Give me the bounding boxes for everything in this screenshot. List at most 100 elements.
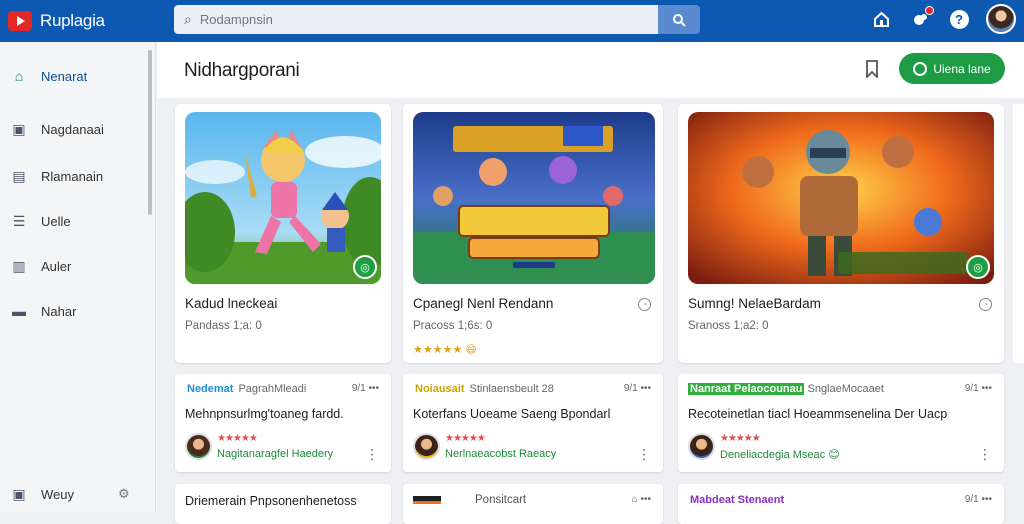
sidebar-item-label: Nagdanaai bbox=[41, 121, 104, 137]
library-icon: ▣ bbox=[12, 485, 26, 502]
post-subtitle: PagrahMleadi bbox=[238, 383, 307, 395]
post-card[interactable]: Mabdeat Stenaent 9/1 ••• bbox=[678, 484, 1004, 524]
game-card-partial bbox=[1013, 104, 1024, 363]
game-title[interactable]: Kadud lneckeai bbox=[185, 296, 277, 311]
sidebar-item-tag[interactable]: ▬ Nahar bbox=[0, 293, 150, 329]
post-header: Mabdeat Stenaent bbox=[688, 494, 786, 506]
library-icon: ▤ bbox=[12, 167, 26, 184]
post-time[interactable]: 9/1 ••• bbox=[965, 383, 992, 394]
post-card[interactable]: Noiausait Stinlaensbeult 28 9/1 ••• Koter… bbox=[403, 374, 663, 472]
main-panel: Nidhargporani Uiena lane ◎ Kadud lneckea… bbox=[157, 42, 1024, 524]
game-title[interactable]: Cpanegl Nenl Rendann bbox=[413, 296, 553, 311]
sidebar-item-label: Nenarat bbox=[41, 68, 88, 84]
post-header: Nanraat Pelaocounau SnglaeMocaaet bbox=[688, 383, 884, 395]
post-time[interactable]: 9/1 ••• bbox=[624, 383, 651, 394]
post-body: Recoteinetlan tiacl Hoeammsenelina Der U… bbox=[688, 407, 948, 421]
post-body: Koterfans Uoeame Saeng Bpondarl bbox=[413, 407, 611, 421]
post-tag[interactable]: Nedemat bbox=[185, 383, 235, 395]
avatar[interactable] bbox=[185, 433, 212, 460]
game-meta: Sranoss 1;a2: 0 bbox=[688, 320, 769, 332]
stats-icon: ▥ bbox=[12, 257, 26, 274]
post-header: Noiausait Stinlaensbeult 28 bbox=[413, 383, 554, 395]
top-bar: Ruplagia ⌕ ? bbox=[0, 0, 1024, 42]
game-thumbnail[interactable]: ◎ bbox=[185, 112, 381, 284]
bookmark-icon[interactable] bbox=[862, 58, 882, 80]
notification-badge bbox=[925, 6, 934, 15]
game-thumbnail[interactable] bbox=[413, 112, 655, 284]
post-time[interactable]: 9/1 ••• bbox=[965, 494, 992, 505]
rating-stars: ★★★★★ bbox=[445, 433, 486, 444]
help-icon[interactable]: ? bbox=[949, 9, 969, 29]
search-icon bbox=[913, 61, 928, 76]
sidebar-item-home[interactable]: ⌂ Nenarat bbox=[0, 58, 150, 94]
avatar[interactable] bbox=[986, 4, 1016, 34]
pin-icon[interactable]: ⌂ ••• bbox=[632, 494, 651, 505]
search-icon bbox=[673, 13, 686, 27]
sidebar-item-label: Rlamanain bbox=[41, 168, 104, 184]
home-icon: ⌂ bbox=[14, 68, 24, 84]
rating-stars: ★★★★★ bbox=[217, 433, 258, 444]
chat-icon[interactable]: ◎ bbox=[353, 255, 377, 279]
top-actions: ? bbox=[852, 4, 1016, 34]
logo-play-icon bbox=[8, 11, 32, 31]
game-meta: Pracoss 1;6s: 0 bbox=[413, 320, 493, 332]
home-icon[interactable] bbox=[871, 9, 891, 29]
game-title[interactable]: Sumng! NelaeBardam bbox=[688, 296, 821, 311]
post-tag[interactable]: Mabdeat Stenaent bbox=[688, 494, 786, 506]
post-time[interactable]: 9/1 ••• bbox=[352, 383, 379, 394]
search-button[interactable] bbox=[658, 5, 700, 34]
post-card[interactable]: Ponsitcart ⌂ ••• bbox=[403, 484, 663, 524]
post-card[interactable]: Driemerain Pnpsonenhenetoss bbox=[175, 484, 391, 524]
game-meta: Pandass 1;a: 0 bbox=[185, 320, 262, 332]
sidebar-item-label: Nahar bbox=[41, 303, 77, 319]
store-icon: ▣ bbox=[12, 120, 26, 137]
avatar[interactable] bbox=[413, 433, 440, 460]
rating-stars: ★★★★★ 😄 bbox=[413, 344, 477, 356]
search-input[interactable] bbox=[199, 12, 600, 27]
post-card[interactable]: Nanraat Pelaocounau SnglaeMocaaet 9/1 •••… bbox=[678, 374, 1004, 472]
post-body: Mehnpnsurlmg'toaneg fardd. bbox=[185, 407, 344, 421]
rating-stars: ★★★★★ bbox=[720, 433, 761, 444]
search-icon: ⌕ bbox=[184, 11, 192, 27]
thumbnail bbox=[413, 496, 441, 504]
sidebar-item-label: Auler bbox=[41, 258, 72, 274]
list-icon: ☰ bbox=[12, 212, 26, 229]
sidebar-item-list[interactable]: ☰ Uelle bbox=[0, 203, 150, 239]
more-options-icon[interactable]: ⋮ bbox=[365, 446, 379, 463]
sidebar-item-label: Uelle bbox=[41, 213, 71, 229]
sidebar-item-stats[interactable]: ▥ Auler bbox=[0, 248, 150, 284]
sidebar-item-store[interactable]: ▣ Nagdanaai bbox=[0, 111, 150, 147]
sidebar-item-library[interactable]: ▤ Rlamanain bbox=[0, 158, 150, 194]
game-card[interactable]: ◎ Kadud lneckeai Pandass 1;a: 0 bbox=[175, 104, 391, 363]
sidebar-footer[interactable]: ▣ Weuy ⚙ bbox=[0, 476, 150, 512]
post-author[interactable]: Nerlnaeacobst Raeacy bbox=[445, 448, 556, 460]
game-card[interactable]: Cpanegl Nenl Rendann ◔ Pracoss 1;6s: 0 ★… bbox=[403, 104, 663, 363]
app-logo[interactable]: Ruplagia bbox=[8, 11, 158, 31]
game-thumbnail[interactable]: ◎ bbox=[688, 112, 994, 284]
post-subtitle: Stinlaensbeult 28 bbox=[469, 383, 554, 395]
post-subtitle: SnglaeMocaaet bbox=[807, 383, 884, 395]
post-author[interactable]: Nagitanaragfel Haedery bbox=[217, 448, 333, 460]
post-card[interactable]: Nedemat PagrahMleadi 9/1 ••• Mehnpnsurlmg… bbox=[175, 374, 391, 472]
chat-icon[interactable]: ◎ bbox=[966, 255, 990, 279]
post-header: Nedemat PagrahMleadi bbox=[185, 383, 306, 395]
post-author[interactable]: Deneliacdegia Mseac 😊 bbox=[720, 448, 840, 461]
post-tag[interactable]: Noiausait bbox=[413, 383, 467, 395]
search-bar: ⌕ bbox=[174, 5, 700, 34]
content-area: ◎ Kadud lneckeai Pandass 1;a: 0 Cpanegl … bbox=[157, 98, 1024, 524]
tag-icon: ▬ bbox=[12, 303, 26, 319]
info-icon[interactable]: ◔ bbox=[638, 298, 651, 311]
post-tag[interactable]: Nanraat Pelaocounau bbox=[688, 383, 805, 395]
game-card[interactable]: ◎ Sumng! NelaeBardam ◔ Sranoss 1;a2: 0 bbox=[678, 104, 1004, 363]
notifications-icon[interactable] bbox=[910, 6, 934, 29]
search-field[interactable]: ⌕ bbox=[174, 5, 658, 34]
sidebar: ⌂ Nenarat ▣ Nagdanaai ▤ Rlamanain ☰ Uell… bbox=[0, 42, 156, 512]
settings-icon[interactable]: ⚙ bbox=[118, 486, 130, 502]
primary-button-label: Uiena lane bbox=[933, 61, 991, 76]
info-icon[interactable]: ◔ bbox=[979, 298, 992, 311]
more-options-icon[interactable]: ⋮ bbox=[637, 446, 651, 463]
primary-action-button[interactable]: Uiena lane bbox=[899, 53, 1005, 84]
post-body: Ponsitcart bbox=[475, 494, 527, 506]
more-options-icon[interactable]: ⋮ bbox=[978, 446, 992, 463]
avatar[interactable] bbox=[688, 433, 715, 460]
